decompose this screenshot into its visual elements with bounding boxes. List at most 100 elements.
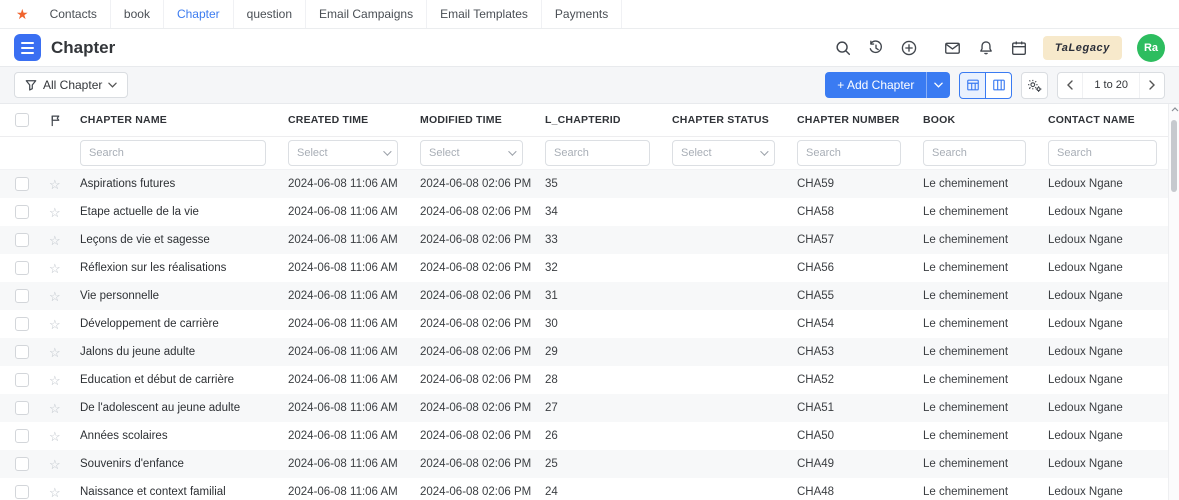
row-checkbox[interactable] [15, 485, 29, 499]
cell-contact-name[interactable]: Ledoux Ngane [1048, 374, 1179, 386]
menu-button[interactable] [14, 34, 41, 61]
favorite-star-icon[interactable]: ☆ [44, 346, 80, 359]
column-header-chapter-number[interactable]: CHAPTER NUMBER [797, 114, 923, 126]
table-view-button[interactable] [959, 71, 987, 99]
favorite-star-icon[interactable]: ☆ [44, 234, 80, 247]
nav-item-contacts[interactable]: Contacts [37, 0, 111, 28]
column-header-chapter-name[interactable]: CHAPTER NAME [80, 114, 288, 126]
favorite-star-icon[interactable]: ☆ [44, 206, 80, 219]
cell-book[interactable]: Le cheminement [923, 234, 1048, 246]
row-checkbox[interactable] [15, 177, 29, 191]
cell-chapter-name[interactable]: Leçons de vie et sagesse [80, 234, 288, 246]
cell-book[interactable]: Le cheminement [923, 486, 1048, 498]
table-row[interactable]: ☆ Leçons de vie et sagesse 2024-06-08 11… [0, 226, 1179, 254]
row-checkbox[interactable] [15, 373, 29, 387]
favorite-star-icon[interactable]: ☆ [44, 318, 80, 331]
filter-chapter-name-input[interactable] [80, 140, 266, 166]
favorite-star-icon[interactable]: ☆ [44, 458, 80, 471]
cell-book[interactable]: Le cheminement [923, 178, 1048, 190]
cell-chapter-name[interactable]: Souvenirs d'enfance [80, 458, 288, 470]
cell-book[interactable]: Le cheminement [923, 318, 1048, 330]
cell-contact-name[interactable]: Ledoux Ngane [1048, 430, 1179, 442]
table-row[interactable]: ☆ Vie personnelle 2024-06-08 11:06 AM 20… [0, 282, 1179, 310]
pagination-next-button[interactable] [1140, 73, 1164, 98]
scrollbar-thumb[interactable] [1171, 120, 1177, 192]
cell-book[interactable]: Le cheminement [923, 206, 1048, 218]
cell-chapter-name[interactable]: Jalons du jeune adulte [80, 346, 288, 358]
calendar-icon[interactable] [1010, 39, 1028, 57]
table-row[interactable]: ☆ De l'adolescent au jeune adulte 2024-0… [0, 394, 1179, 422]
favorite-star-icon[interactable]: ☆ [44, 486, 80, 499]
filter-modified-time-select[interactable]: Select [420, 140, 523, 166]
row-checkbox[interactable] [15, 317, 29, 331]
nav-item-email-campaigns[interactable]: Email Campaigns [306, 0, 428, 28]
nav-item-chapter[interactable]: Chapter [164, 0, 234, 28]
cell-contact-name[interactable]: Ledoux Ngane [1048, 234, 1179, 246]
row-checkbox[interactable] [15, 345, 29, 359]
cell-contact-name[interactable]: Ledoux Ngane [1048, 458, 1179, 470]
nav-item-book[interactable]: book [111, 0, 164, 28]
cell-chapter-name[interactable]: Vie personnelle [80, 290, 288, 302]
cell-book[interactable]: Le cheminement [923, 346, 1048, 358]
history-icon[interactable] [867, 39, 885, 57]
cell-chapter-name[interactable]: Développement de carrière [80, 318, 288, 330]
cell-chapter-name[interactable]: Réflexion sur les réalisations [80, 262, 288, 274]
favorite-star-icon[interactable]: ☆ [44, 430, 80, 443]
cell-contact-name[interactable]: Ledoux Ngane [1048, 318, 1179, 330]
bell-icon[interactable] [977, 39, 995, 57]
cell-contact-name[interactable]: Ledoux Ngane [1048, 262, 1179, 274]
filter-contact-name-input[interactable] [1048, 140, 1157, 166]
favorite-star-icon[interactable]: ☆ [44, 178, 80, 191]
table-row[interactable]: ☆ Jalons du jeune adulte 2024-06-08 11:0… [0, 338, 1179, 366]
table-row[interactable]: ☆ Éducation et début de carrière 2024-06… [0, 366, 1179, 394]
select-all-checkbox[interactable] [15, 113, 29, 127]
column-header-chapter-status[interactable]: CHAPTER STATUS [672, 114, 797, 126]
scroll-up-icon[interactable] [1170, 107, 1179, 112]
cell-chapter-name[interactable]: Naissance et context familial [80, 486, 288, 498]
add-chapter-button[interactable]: + Add Chapter [825, 72, 927, 98]
cell-chapter-name[interactable]: Étape actuelle de la vie [80, 206, 288, 218]
add-chapter-dropdown-button[interactable] [926, 72, 951, 98]
cell-book[interactable]: Le cheminement [923, 430, 1048, 442]
table-row[interactable]: ☆ Étape actuelle de la vie 2024-06-08 11… [0, 198, 1179, 226]
favorite-star-icon[interactable]: ☆ [44, 374, 80, 387]
column-header-contact-name[interactable]: CONTACT NAME [1048, 114, 1179, 126]
row-checkbox[interactable] [15, 401, 29, 415]
filter-created-time-select[interactable]: Select [288, 140, 398, 166]
table-row[interactable]: ☆ Développement de carrière 2024-06-08 1… [0, 310, 1179, 338]
cell-book[interactable]: Le cheminement [923, 290, 1048, 302]
table-row[interactable]: ☆ Aspirations futures 2024-06-08 11:06 A… [0, 170, 1179, 198]
cell-contact-name[interactable]: Ledoux Ngane [1048, 206, 1179, 218]
nav-item-question[interactable]: question [234, 0, 307, 28]
filter-book-input[interactable] [923, 140, 1026, 166]
cell-chapter-name[interactable]: De l'adolescent au jeune adulte [80, 402, 288, 414]
cell-book[interactable]: Le cheminement [923, 262, 1048, 274]
kanban-view-button[interactable] [985, 71, 1013, 99]
table-row[interactable]: ☆ Réflexion sur les réalisations 2024-06… [0, 254, 1179, 282]
cell-contact-name[interactable]: Ledoux Ngane [1048, 178, 1179, 190]
nav-item-email-templates[interactable]: Email Templates [427, 0, 542, 28]
row-checkbox[interactable] [15, 261, 29, 275]
table-row[interactable]: ☆ Souvenirs d'enfance 2024-06-08 11:06 A… [0, 450, 1179, 478]
cell-contact-name[interactable]: Ledoux Ngane [1048, 486, 1179, 498]
cell-chapter-name[interactable]: Éducation et début de carrière [80, 374, 288, 386]
cell-chapter-name[interactable]: Années scolaires [80, 430, 288, 442]
search-icon[interactable] [834, 39, 852, 57]
column-header-modified-time[interactable]: MODIFIED TIME [420, 114, 545, 126]
user-avatar[interactable]: Ra [1137, 33, 1165, 62]
vertical-scrollbar[interactable] [1168, 104, 1179, 500]
filter-chapter-number-input[interactable] [797, 140, 901, 166]
column-header-created-time[interactable]: CREATED TIME [288, 114, 420, 126]
cell-contact-name[interactable]: Ledoux Ngane [1048, 402, 1179, 414]
settings-button[interactable] [1021, 71, 1049, 99]
favorite-star-icon[interactable]: ☆ [44, 402, 80, 415]
add-circle-icon[interactable] [900, 39, 918, 57]
filter-l-chapterid-input[interactable] [545, 140, 650, 166]
favorite-star-icon[interactable]: ☆ [44, 262, 80, 275]
pagination-prev-button[interactable] [1058, 73, 1082, 98]
row-checkbox[interactable] [15, 429, 29, 443]
cell-contact-name[interactable]: Ledoux Ngane [1048, 290, 1179, 302]
cell-chapter-name[interactable]: Aspirations futures [80, 178, 288, 190]
filter-chapter-status-select[interactable]: Select [672, 140, 775, 166]
table-row[interactable]: ☆ Années scolaires 2024-06-08 11:06 AM 2… [0, 422, 1179, 450]
